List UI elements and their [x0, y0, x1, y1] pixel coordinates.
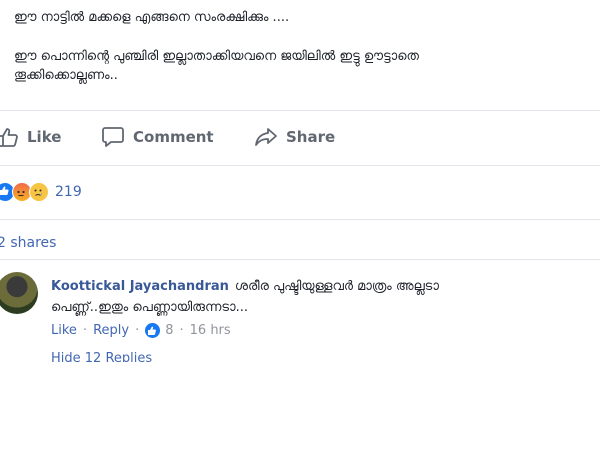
action-bar: Like Comment Share — [0, 118, 600, 156]
comment-body-line-2: പെണ്ണ്..ഇതും പെണ്ണായിരുന്നടാ... — [51, 300, 248, 315]
comment-reply-link[interactable]: Reply — [93, 323, 129, 338]
avatar[interactable] — [0, 272, 38, 314]
separator-dot: · — [135, 323, 140, 338]
divider — [0, 165, 600, 166]
share-arrow-icon — [254, 126, 278, 148]
speech-bubble-icon — [101, 126, 125, 148]
separator-dot: · — [82, 323, 88, 338]
reactions-summary[interactable]: 219 — [0, 180, 82, 204]
post-line-2: ഈ പൊന്നിന്റെ പുഞ്ചിരി ഇല്ലാതാക്കിയവനെ ജയ… — [14, 49, 419, 64]
comment-timestamp[interactable]: 16 hrs — [190, 323, 231, 338]
comment-label: Comment — [133, 128, 214, 146]
hide-replies-link[interactable]: Hide 12 Replies — [51, 351, 152, 362]
comment-author[interactable]: Koottickal Jayachandran — [51, 279, 229, 294]
post-line-3: തൂക്കിക്കൊല്ലണം.. — [14, 68, 118, 83]
facebook-post-screenshot: ഈ നാട്ടിൽ മക്കളെ എങ്ങനെ സംരക്ഷിക്കും ...… — [0, 0, 600, 362]
comment-like-count: 8 — [165, 323, 174, 338]
comment-body-line-1: ശരീര പുഷ്ടിയുള്ളവർ മാത്രം അല്ലടാ — [234, 279, 439, 294]
shares-link[interactable]: 2 shares — [0, 235, 56, 251]
divider — [0, 259, 600, 260]
separator-dot: · — [179, 323, 184, 338]
post-line-1: ഈ നാട്ടിൽ മക്കളെ എങ്ങനെ സംരക്ഷിക്കും ...… — [14, 10, 290, 25]
share-button[interactable]: Share — [254, 118, 335, 156]
comment-like-link[interactable]: Like — [51, 323, 77, 338]
comment-button[interactable]: Comment — [101, 118, 214, 156]
post-body: ഈ നാട്ടിൽ മക്കളെ എങ്ങനെ സംരക്ഷിക്കും ...… — [14, 8, 600, 85]
thumbs-up-icon — [0, 127, 19, 147]
like-icon — [145, 323, 161, 338]
comment-meta: Like · Reply · 8 · 16 hrs — [51, 323, 231, 338]
like-button[interactable]: Like — [0, 118, 61, 156]
divider — [0, 219, 600, 220]
sad-icon — [29, 182, 49, 202]
like-label: Like — [27, 128, 62, 146]
comment-text: Koottickal Jayachandran ശരീര പുഷ്ടിയുള്ളവ… — [51, 276, 600, 318]
divider — [0, 110, 600, 111]
share-label: Share — [286, 128, 336, 146]
reaction-count: 219 — [55, 184, 82, 200]
